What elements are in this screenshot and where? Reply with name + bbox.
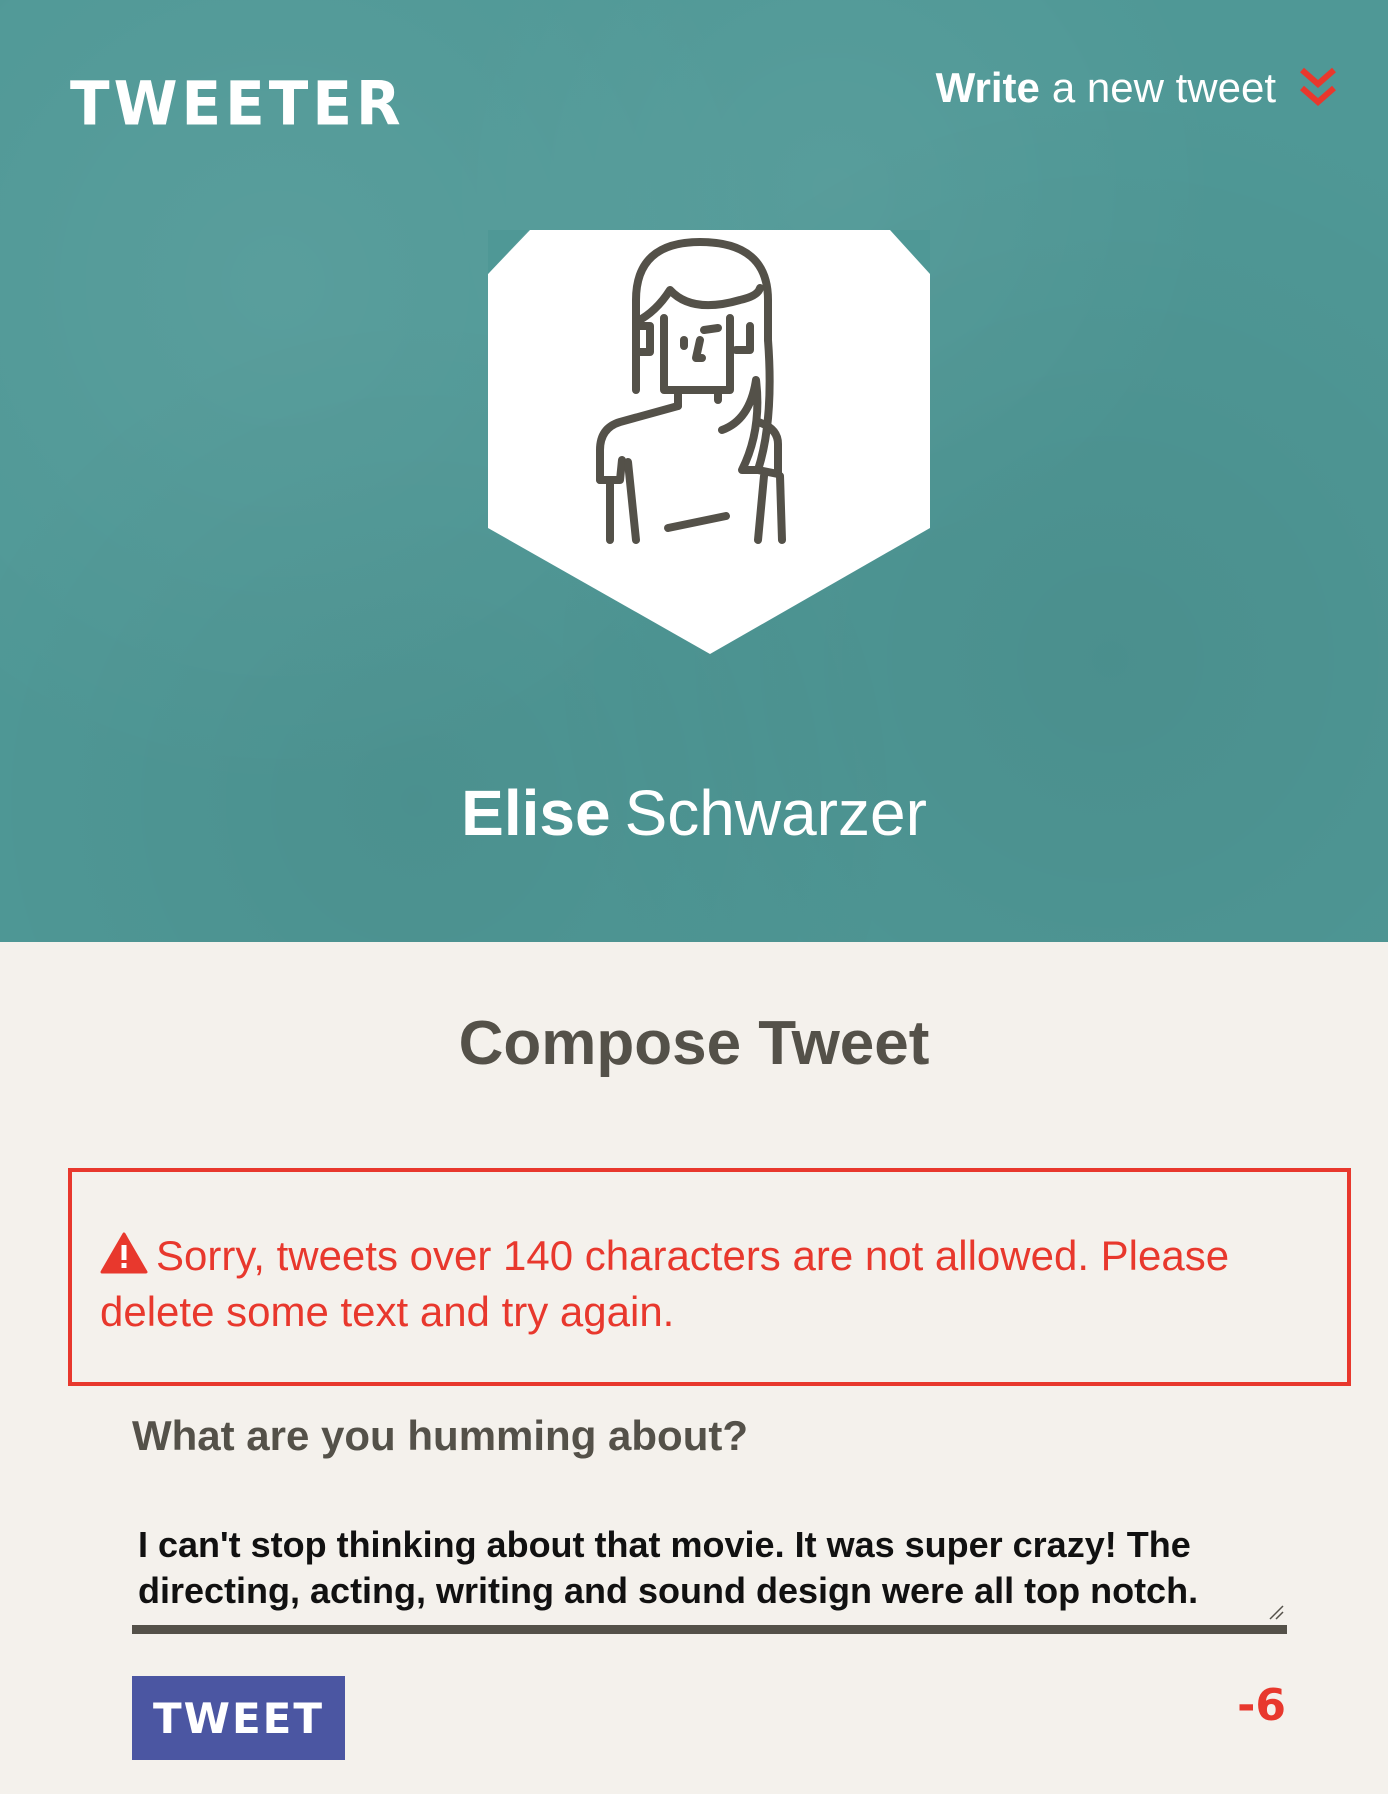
error-text: Sorry, tweets over 140 characters are no… [100, 1232, 1230, 1335]
user-last-name: Schwarzer [624, 777, 927, 849]
warning-icon [100, 1232, 148, 1274]
char-counter: -6 [1237, 1680, 1286, 1731]
user-name: Elise Schwarzer [0, 776, 1388, 850]
app-logo[interactable]: TWEETER [70, 68, 405, 139]
write-link-bold: Write [935, 64, 1040, 111]
tweet-prompt-label: What are you humming about? [132, 1412, 748, 1459]
error-message: Sorry, tweets over 140 characters are no… [68, 1168, 1351, 1386]
avatar [488, 230, 930, 654]
write-link-text: a new tweet [1051, 64, 1276, 111]
resize-grip-icon[interactable] [1268, 1604, 1284, 1620]
profile-header: TWEETER Write a new tweet Elise Schwarze… [0, 0, 1388, 942]
user-first-name: Elise [461, 777, 611, 849]
write-new-tweet-link[interactable]: Write a new tweet [936, 64, 1338, 112]
tweet-button[interactable]: TWEET [132, 1676, 345, 1760]
tweet-textarea[interactable]: I can't stop thinking about that movie. … [132, 1522, 1287, 1634]
compose-title: Compose Tweet [458, 1009, 930, 1078]
double-chevron-down-icon [1298, 66, 1338, 110]
